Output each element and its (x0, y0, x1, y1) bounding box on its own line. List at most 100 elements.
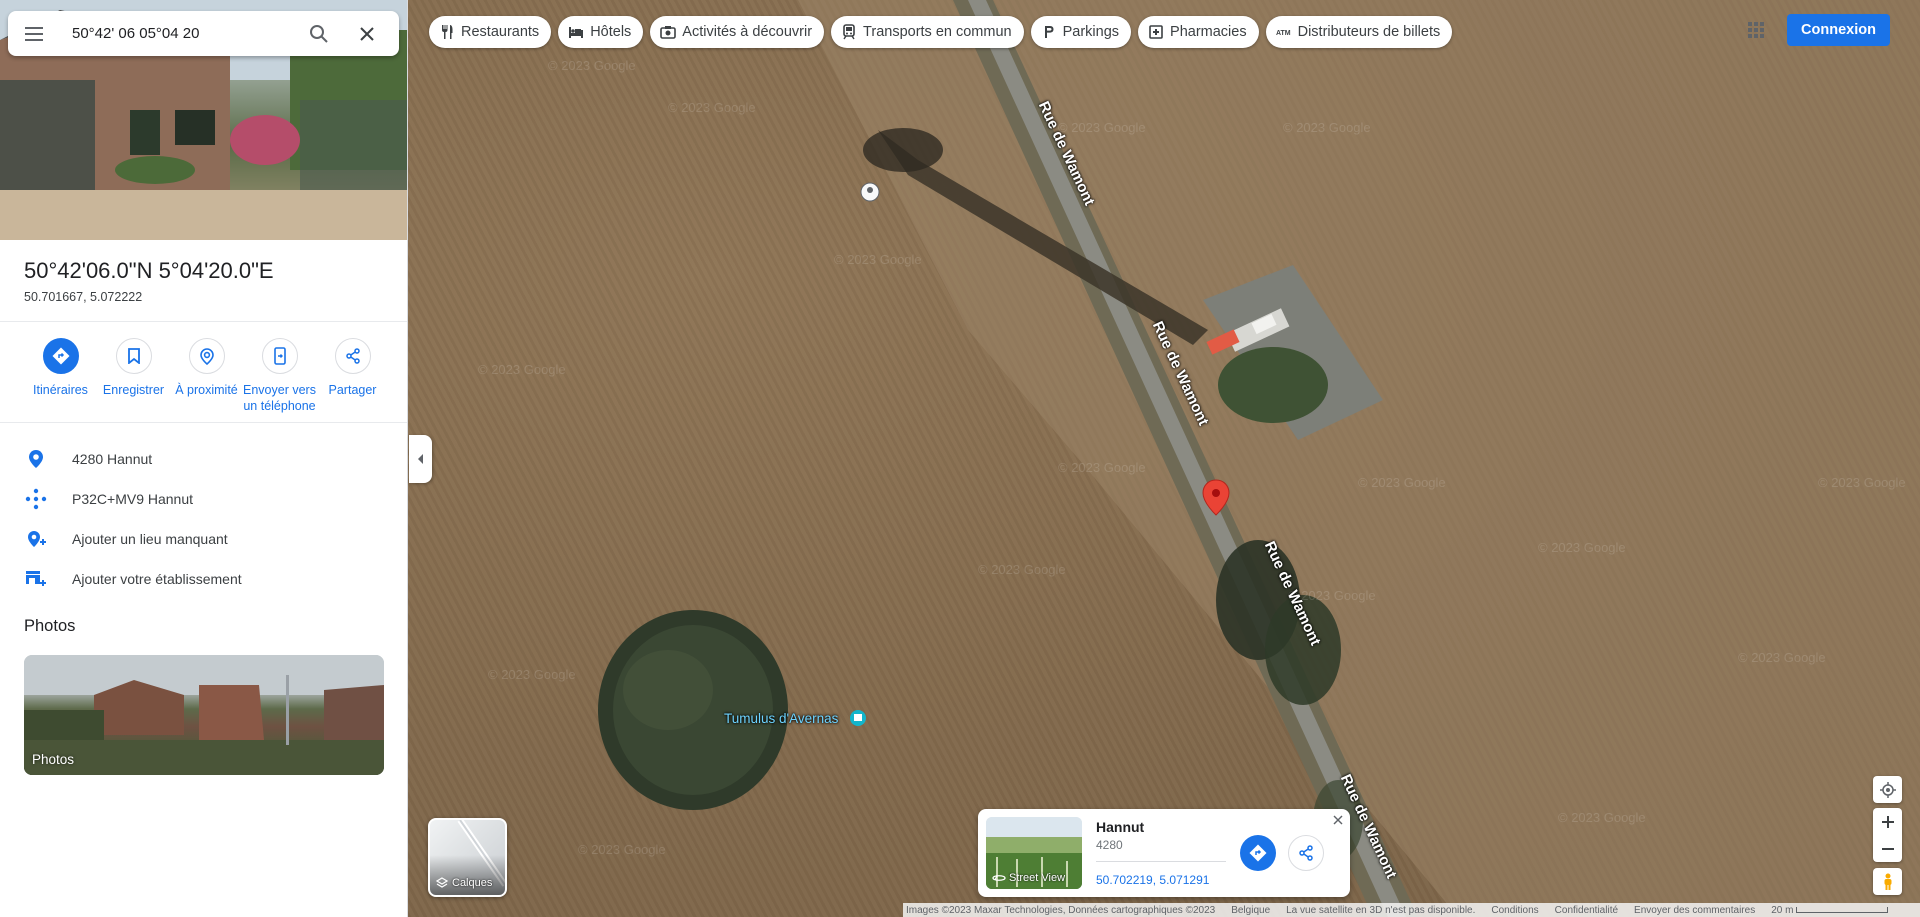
clear-search-button[interactable] (343, 11, 391, 56)
zoom-out-button[interactable] (1873, 835, 1902, 862)
address-row[interactable]: 4280 Hannut (0, 439, 407, 479)
layers-label: Calques (436, 877, 492, 889)
share-icon (334, 338, 371, 374)
poi-label[interactable]: Tumulus d'Avernas (724, 711, 838, 726)
location-info-card: Street View Hannut 4280 50.702219, 5.071… (978, 809, 1350, 897)
watermark: © 2023 Google (978, 562, 1066, 577)
directions-icon (42, 338, 79, 374)
chip-label: Transports en commun (863, 24, 1012, 40)
street-view-thumbnail[interactable]: Street View (986, 817, 1082, 889)
3d-notice: La vue satellite en 3D n'est pas disponi… (1286, 904, 1476, 916)
scale-bar (1796, 907, 1889, 913)
infocard-title: Hannut (1096, 819, 1145, 835)
chip-pharmacies[interactable]: Pharmacies (1138, 16, 1259, 48)
photo-card[interactable]: Photos (24, 655, 384, 775)
scale-label: 20 m (1771, 904, 1794, 916)
category-chips: Restaurants Hôtels Activités à découvrir… (429, 16, 1453, 48)
infocard-share-button[interactable] (1288, 835, 1324, 871)
search-button[interactable] (295, 11, 343, 56)
chip-label: Activités à découvrir (682, 24, 813, 40)
chip-label: Hôtels (590, 24, 632, 40)
zoom-in-button[interactable] (1873, 808, 1902, 835)
plus-code-row[interactable]: P32C+MV9 Hannut (0, 479, 407, 519)
country-link[interactable]: Belgique (1231, 905, 1270, 916)
divider (1096, 861, 1226, 862)
search-input[interactable] (60, 13, 295, 54)
action-bar: Itinéraires Enregistrer À proximité Envo… (24, 338, 389, 414)
terms-link[interactable]: Conditions (1491, 905, 1538, 916)
divider (0, 422, 407, 423)
camera-icon (660, 24, 677, 40)
directions-button[interactable]: Itinéraires (24, 338, 97, 414)
parking-icon (1041, 24, 1057, 40)
share-button[interactable]: Partager (316, 338, 389, 414)
nearby-icon (188, 338, 225, 374)
watermark: © 2023 Google (1283, 120, 1371, 135)
chip-hotels[interactable]: Hôtels (558, 16, 644, 48)
watermark: © 2023 Google (1058, 460, 1146, 475)
divider (0, 321, 407, 322)
watermark: © 2023 Google (478, 362, 566, 377)
watermark: © 2023 Google (1538, 540, 1626, 555)
street-view-label: Street View (992, 872, 1065, 884)
address-text: 4280 Hannut (72, 451, 153, 467)
chip-restaurants[interactable]: Restaurants (429, 16, 552, 48)
watermark: © 2023 Google (668, 100, 756, 115)
collapse-panel-button[interactable] (409, 435, 432, 483)
atm-icon: ATM (1276, 24, 1292, 40)
watermark: © 2023 Google (548, 58, 636, 73)
add-business-icon (26, 571, 46, 586)
nearby-label: À proximité (175, 383, 238, 397)
poi-pin-icon[interactable] (860, 182, 880, 202)
feedback-link[interactable]: Envoyer des commentaires (1634, 905, 1755, 916)
watermark: © 2023 Google (1288, 588, 1376, 603)
chip-atms[interactable]: ATM Distributeurs de billets (1265, 16, 1453, 48)
chip-label: Pharmacies (1170, 24, 1247, 40)
my-location-icon (1879, 781, 1896, 798)
add-place-text: Ajouter un lieu manquant (72, 531, 228, 547)
chip-label: Parkings (1062, 24, 1120, 40)
infocard-directions-button[interactable] (1240, 835, 1276, 871)
photos-heading: Photos (24, 617, 76, 635)
privacy-link[interactable]: Confidentialité (1555, 905, 1618, 916)
chip-label: Distributeurs de billets (1297, 24, 1441, 40)
sign-in-button[interactable]: Connexion (1787, 14, 1890, 46)
layers-label-text: Calques (452, 877, 493, 889)
app-root: Rue de Wamont Rue de Wamont Rue de Wamon… (0, 0, 1920, 917)
bed-icon (568, 24, 584, 40)
scale-control[interactable]: 20 m (1771, 904, 1889, 916)
menu-button[interactable] (8, 11, 60, 56)
my-location-button[interactable] (1873, 776, 1902, 803)
watermark: © 2023 Google (1558, 810, 1646, 825)
map-canvas[interactable]: Rue de Wamont Rue de Wamont Rue de Wamon… (408, 0, 1920, 917)
layers-button[interactable]: Calques (428, 818, 507, 897)
infocard-close-button[interactable] (1330, 812, 1346, 828)
tumulus-poi-icon[interactable] (850, 710, 866, 726)
add-place-row[interactable]: Ajouter un lieu manquant (0, 519, 407, 559)
chip-transit[interactable]: Transports en commun (831, 16, 1024, 48)
add-business-row[interactable]: Ajouter votre établissement (0, 559, 407, 599)
infocard-coords-link[interactable]: 50.702219, 5.071291 (1096, 873, 1209, 887)
bookmark-icon (115, 338, 152, 374)
search-icon (310, 24, 328, 43)
side-panel: 50°42'06.0"N 5°04'20.0"E 50.701667, 5.07… (0, 0, 408, 917)
google-apps-button[interactable] (1744, 18, 1768, 42)
chip-things-to-do[interactable]: Activités à découvrir (650, 16, 825, 48)
chip-parking[interactable]: Parkings (1030, 16, 1132, 48)
place-title: 50°42'06.0"N 5°04'20.0"E (24, 258, 274, 283)
watermark: © 2023 Google (834, 252, 922, 267)
nearby-button[interactable]: À proximité (170, 338, 243, 414)
watermark: © 2023 Google (488, 667, 576, 682)
watermark: © 2023 Google (1738, 650, 1826, 665)
close-icon (360, 26, 374, 41)
plus-code-text: P32C+MV9 Hannut (72, 491, 194, 507)
fork-knife-icon (439, 24, 455, 40)
plus-code-icon (25, 488, 47, 510)
pharmacy-icon (1148, 24, 1164, 40)
zoom-controls (1873, 808, 1902, 862)
save-button[interactable]: Enregistrer (97, 338, 170, 414)
send-to-phone-button[interactable]: Envoyer vers un téléphone (243, 338, 316, 414)
svg-text:ATM: ATM (1276, 30, 1291, 37)
directions-icon (1249, 844, 1267, 862)
pegman-button[interactable] (1873, 868, 1902, 895)
